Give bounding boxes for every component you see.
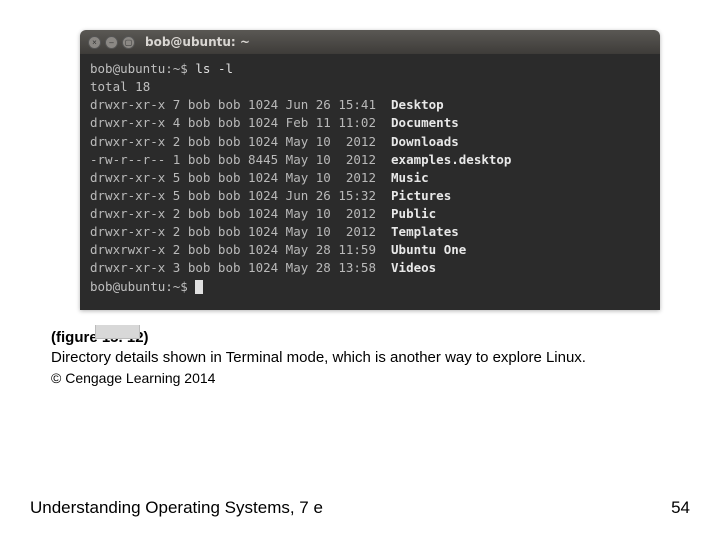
prompt-line-2: bob@ubuntu:~$ [90, 279, 195, 294]
copyright-text: © Cengage Learning 2014 [51, 370, 675, 386]
ls-row: drwxr-xr-x 4 bob bob 1024 Feb 11 11:02 D… [90, 115, 459, 130]
window-titlebar: × – ▢ bob@ubuntu: ~ [80, 30, 660, 54]
terminal-body[interactable]: bob@ubuntu:~$ ls -l total 18 drwxr-xr-x … [80, 54, 660, 310]
ls-row: drwxr-xr-x 5 bob bob 1024 May 10 2012 Mu… [90, 170, 429, 185]
close-icon[interactable]: × [88, 36, 101, 49]
ls-output: drwxr-xr-x 7 bob bob 1024 Jun 26 15:41 D… [90, 97, 511, 275]
prompt: bob@ubuntu:~$ [90, 61, 188, 76]
window-title: bob@ubuntu: ~ [145, 35, 250, 49]
terminal-window: × – ▢ bob@ubuntu: ~ bob@ubuntu:~$ ls -l … [80, 30, 660, 310]
ls-row: drwxr-xr-x 2 bob bob 1024 May 10 2012 Te… [90, 224, 459, 239]
ls-row: drwxr-xr-x 2 bob bob 1024 May 10 2012 Do… [90, 134, 459, 149]
file-name: Videos [391, 260, 436, 275]
minimize-icon[interactable]: – [105, 36, 118, 49]
file-name: Pictures [391, 188, 451, 203]
maximize-icon[interactable]: ▢ [122, 36, 135, 49]
file-name: examples.desktop [391, 152, 511, 167]
slide-container: × – ▢ bob@ubuntu: ~ bob@ubuntu:~$ ls -l … [0, 0, 720, 540]
figure-caption: (figure 15. 12) Directory details shown … [51, 328, 671, 369]
background-tab-stub [95, 325, 140, 339]
book-title: Understanding Operating Systems, 7 e [30, 498, 323, 518]
ls-row: drwxr-xr-x 7 bob bob 1024 Jun 26 15:41 D… [90, 97, 444, 112]
ls-row: drwxrwxr-x 2 bob bob 1024 May 28 11:59 U… [90, 242, 466, 257]
cursor-block [195, 280, 203, 294]
caption-text: Directory details shown in Terminal mode… [51, 349, 586, 366]
slide-footer: Understanding Operating Systems, 7 e 54 [30, 498, 690, 518]
file-name: Ubuntu One [391, 242, 466, 257]
page-number: 54 [671, 498, 690, 518]
file-name: Documents [391, 115, 459, 130]
ls-row: drwxr-xr-x 5 bob bob 1024 Jun 26 15:32 P… [90, 188, 451, 203]
ls-row: -rw-r--r-- 1 bob bob 8445 May 10 2012 ex… [90, 152, 511, 167]
file-name: Templates [391, 224, 459, 239]
file-name: Desktop [391, 97, 444, 112]
file-name: Music [391, 170, 429, 185]
ls-row: drwxr-xr-x 2 bob bob 1024 May 10 2012 Pu… [90, 206, 436, 221]
file-name: Public [391, 206, 436, 221]
ls-row: drwxr-xr-x 3 bob bob 1024 May 28 13:58 V… [90, 260, 436, 275]
command-text: ls -l [195, 61, 233, 76]
file-name: Downloads [391, 134, 459, 149]
prompt-line: bob@ubuntu:~$ ls -l [90, 61, 233, 76]
total-line: total 18 [90, 79, 150, 94]
